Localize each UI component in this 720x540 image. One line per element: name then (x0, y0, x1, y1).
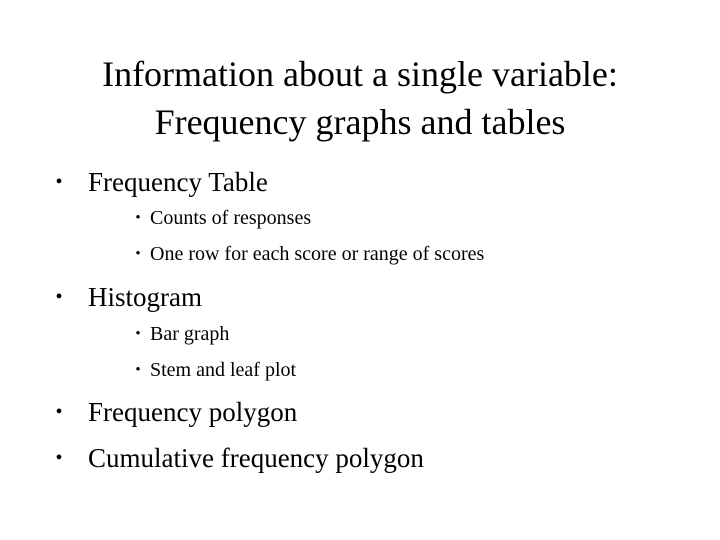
bullet-icon: • (55, 171, 63, 193)
sub-bullet-text: Stem and leaf plot (150, 359, 297, 381)
title-line-1: Information about a single variable: (102, 54, 618, 94)
sub-bullet-icon: • (135, 210, 141, 226)
sub-bullet-text: One row for each score or range of score… (150, 243, 485, 265)
sub-bullet-text: Counts of responses (150, 207, 312, 229)
sub-bullet-icon: • (135, 326, 141, 342)
bullet-text: Frequency polygon (88, 397, 298, 427)
slide-title: Information about a single variable: Fre… (0, 50, 720, 146)
bullet-text: Frequency Table (88, 167, 268, 197)
bullet-icon: • (55, 401, 63, 423)
title-line-2: Frequency graphs and tables (154, 102, 566, 142)
bullet-icon: • (55, 447, 63, 469)
bullet-text: Cumulative frequency polygon (88, 443, 424, 473)
sub-bullet-icon: • (135, 246, 141, 262)
sub-bullet-icon: • (135, 362, 141, 378)
sub-bullet-text: Bar graph (150, 323, 230, 345)
bullet-icon: • (55, 286, 63, 308)
bullet-text: Histogram (88, 282, 202, 312)
